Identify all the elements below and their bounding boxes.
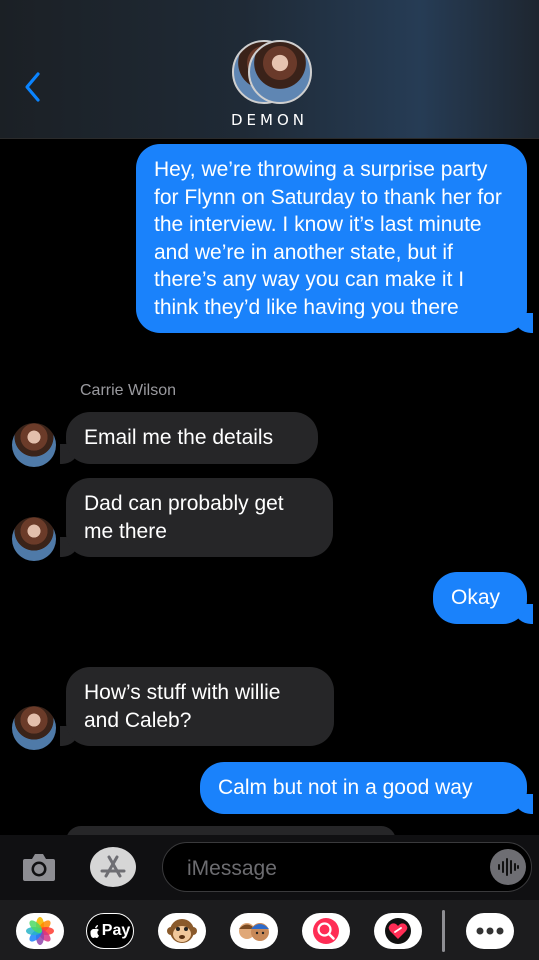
conversation-header: DEMON	[0, 0, 539, 139]
avatar	[12, 517, 56, 561]
contact-name[interactable]: DEMON	[0, 111, 539, 129]
avatar	[248, 40, 312, 104]
memoji-icon[interactable]	[230, 913, 278, 949]
message-bubble-incoming[interactable]: Dad can probably get me there	[60, 478, 333, 557]
message-bubble-outgoing[interactable]: Okay	[433, 572, 533, 624]
avatar	[12, 706, 56, 750]
message-input[interactable]	[185, 853, 469, 885]
sender-name: Carrie Wilson	[80, 382, 177, 399]
message-bubble-incoming[interactable]: Email me the details	[60, 412, 318, 464]
message-input-field[interactable]	[162, 842, 532, 892]
image-search-icon[interactable]	[302, 913, 350, 949]
apple-pay-icon[interactable]: Pay	[86, 913, 134, 949]
message-bubble-outgoing[interactable]: Calm but not in a good way	[200, 762, 533, 814]
audio-message-icon[interactable]	[490, 849, 526, 885]
more-apps-icon[interactable]	[466, 913, 514, 949]
message-bubble-incoming[interactable]: How’s stuff with willie and Caleb?	[60, 667, 334, 746]
drawer-divider	[442, 910, 445, 952]
group-avatar[interactable]	[232, 40, 312, 104]
digital-touch-icon[interactable]	[374, 913, 422, 949]
animoji-monkey-icon[interactable]	[158, 913, 206, 949]
avatar	[12, 423, 56, 467]
chevron-left-icon[interactable]	[20, 70, 48, 104]
photos-app-icon[interactable]	[16, 913, 64, 949]
camera-icon[interactable]	[20, 850, 58, 884]
apple-pay-label: Pay	[101, 922, 131, 939]
app-store-icon[interactable]	[90, 847, 136, 887]
message-bubble-outgoing[interactable]: Hey, we’re throwing a surprise party for…	[136, 144, 533, 333]
